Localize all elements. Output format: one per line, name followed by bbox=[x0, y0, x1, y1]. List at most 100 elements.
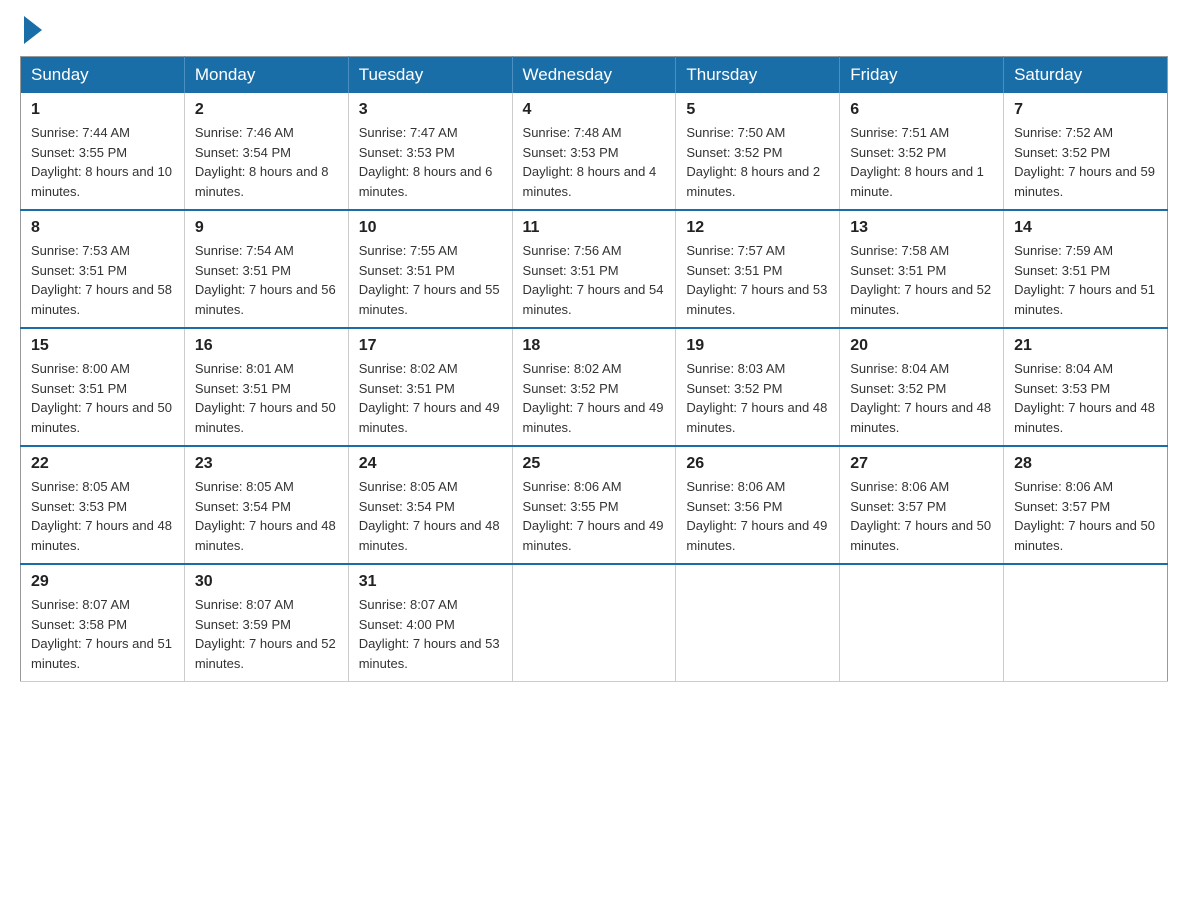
day-number: 23 bbox=[195, 455, 338, 473]
day-number: 11 bbox=[523, 219, 666, 237]
calendar-cell: 20 Sunrise: 8:04 AMSunset: 3:52 PMDayligh… bbox=[840, 328, 1004, 446]
day-number: 8 bbox=[31, 219, 174, 237]
calendar-cell: 18 Sunrise: 8:02 AMSunset: 3:52 PMDayligh… bbox=[512, 328, 676, 446]
day-number: 5 bbox=[686, 101, 829, 119]
calendar-cell: 5 Sunrise: 7:50 AMSunset: 3:52 PMDaylight… bbox=[676, 93, 840, 210]
day-info: Sunrise: 7:59 AMSunset: 3:51 PMDaylight:… bbox=[1014, 241, 1157, 319]
weekday-header-wednesday: Wednesday bbox=[512, 57, 676, 94]
calendar-cell: 9Sunrise: 7:54 AMSunset: 3:51 PMDaylight… bbox=[184, 210, 348, 328]
day-number: 18 bbox=[523, 337, 666, 355]
day-info: Sunrise: 8:07 AMSunset: 3:59 PMDaylight:… bbox=[195, 595, 338, 673]
calendar-cell: 27Sunrise: 8:06 AMSunset: 3:57 PMDayligh… bbox=[840, 446, 1004, 564]
calendar-cell: 13Sunrise: 7:58 AMSunset: 3:51 PMDayligh… bbox=[840, 210, 1004, 328]
day-number: 26 bbox=[686, 455, 829, 473]
calendar-cell: 21 Sunrise: 8:04 AMSunset: 3:53 PMDayligh… bbox=[1004, 328, 1168, 446]
calendar-cell: 28 Sunrise: 8:06 AMSunset: 3:57 PMDayligh… bbox=[1004, 446, 1168, 564]
day-info: Sunrise: 8:05 AMSunset: 3:54 PMDaylight:… bbox=[195, 477, 338, 555]
calendar-cell: 30Sunrise: 8:07 AMSunset: 3:59 PMDayligh… bbox=[184, 564, 348, 682]
calendar-header-row: SundayMondayTuesdayWednesdayThursdayFrid… bbox=[21, 57, 1168, 94]
day-number: 24 bbox=[359, 455, 502, 473]
calendar-cell: 15 Sunrise: 8:00 AMSunset: 3:51 PMDayligh… bbox=[21, 328, 185, 446]
day-number: 14 bbox=[1014, 219, 1157, 237]
calendar-cell: 19 Sunrise: 8:03 AMSunset: 3:52 PMDayligh… bbox=[676, 328, 840, 446]
day-info: Sunrise: 7:51 AMSunset: 3:52 PMDaylight:… bbox=[850, 123, 993, 201]
calendar-cell bbox=[512, 564, 676, 682]
day-number: 10 bbox=[359, 219, 502, 237]
weekday-header-friday: Friday bbox=[840, 57, 1004, 94]
calendar-cell: 31Sunrise: 8:07 AMSunset: 4:00 PMDayligh… bbox=[348, 564, 512, 682]
day-info: Sunrise: 8:04 AMSunset: 3:52 PMDaylight:… bbox=[850, 359, 993, 437]
day-info: Sunrise: 8:04 AMSunset: 3:53 PMDaylight:… bbox=[1014, 359, 1157, 437]
day-info: Sunrise: 7:55 AMSunset: 3:51 PMDaylight:… bbox=[359, 241, 502, 319]
logo-arrow-icon bbox=[24, 16, 42, 44]
day-info: Sunrise: 8:06 AMSunset: 3:55 PMDaylight:… bbox=[523, 477, 666, 555]
calendar-cell: 7Sunrise: 7:52 AMSunset: 3:52 PMDaylight… bbox=[1004, 93, 1168, 210]
day-number: 16 bbox=[195, 337, 338, 355]
day-info: Sunrise: 8:06 AMSunset: 3:57 PMDaylight:… bbox=[1014, 477, 1157, 555]
calendar-cell: 25 Sunrise: 8:06 AMSunset: 3:55 PMDayligh… bbox=[512, 446, 676, 564]
calendar-cell: 8 Sunrise: 7:53 AMSunset: 3:51 PMDaylight… bbox=[21, 210, 185, 328]
day-number: 12 bbox=[686, 219, 829, 237]
day-number: 25 bbox=[523, 455, 666, 473]
day-info: Sunrise: 7:48 AMSunset: 3:53 PMDaylight:… bbox=[523, 123, 666, 201]
calendar-cell: 14 Sunrise: 7:59 AMSunset: 3:51 PMDayligh… bbox=[1004, 210, 1168, 328]
day-info: Sunrise: 7:54 AMSunset: 3:51 PMDaylight:… bbox=[195, 241, 338, 319]
day-info: Sunrise: 7:57 AMSunset: 3:51 PMDaylight:… bbox=[686, 241, 829, 319]
day-info: Sunrise: 8:06 AMSunset: 3:56 PMDaylight:… bbox=[686, 477, 829, 555]
day-info: Sunrise: 8:06 AMSunset: 3:57 PMDaylight:… bbox=[850, 477, 993, 555]
calendar-week-row: 22 Sunrise: 8:05 AMSunset: 3:53 PMDayligh… bbox=[21, 446, 1168, 564]
calendar-cell: 10 Sunrise: 7:55 AMSunset: 3:51 PMDayligh… bbox=[348, 210, 512, 328]
calendar-table: SundayMondayTuesdayWednesdayThursdayFrid… bbox=[20, 56, 1168, 682]
day-number: 6 bbox=[850, 101, 993, 119]
day-info: Sunrise: 8:02 AMSunset: 3:52 PMDaylight:… bbox=[523, 359, 666, 437]
page-header bbox=[20, 20, 1168, 40]
day-number: 29 bbox=[31, 573, 174, 591]
calendar-cell: 2 Sunrise: 7:46 AMSunset: 3:54 PMDaylight… bbox=[184, 93, 348, 210]
day-number: 2 bbox=[195, 101, 338, 119]
calendar-week-row: 15 Sunrise: 8:00 AMSunset: 3:51 PMDayligh… bbox=[21, 328, 1168, 446]
calendar-cell: 29 Sunrise: 8:07 AMSunset: 3:58 PMDayligh… bbox=[21, 564, 185, 682]
calendar-week-row: 29 Sunrise: 8:07 AMSunset: 3:58 PMDayligh… bbox=[21, 564, 1168, 682]
weekday-header-tuesday: Tuesday bbox=[348, 57, 512, 94]
day-number: 22 bbox=[31, 455, 174, 473]
calendar-cell bbox=[1004, 564, 1168, 682]
calendar-cell: 22 Sunrise: 8:05 AMSunset: 3:53 PMDayligh… bbox=[21, 446, 185, 564]
day-number: 21 bbox=[1014, 337, 1157, 355]
day-number: 15 bbox=[31, 337, 174, 355]
calendar-cell: 11 Sunrise: 7:56 AMSunset: 3:51 PMDayligh… bbox=[512, 210, 676, 328]
day-info: Sunrise: 8:00 AMSunset: 3:51 PMDaylight:… bbox=[31, 359, 174, 437]
calendar-cell: 12 Sunrise: 7:57 AMSunset: 3:51 PMDayligh… bbox=[676, 210, 840, 328]
day-number: 3 bbox=[359, 101, 502, 119]
day-number: 28 bbox=[1014, 455, 1157, 473]
calendar-cell: 26 Sunrise: 8:06 AMSunset: 3:56 PMDayligh… bbox=[676, 446, 840, 564]
day-info: Sunrise: 8:05 AMSunset: 3:54 PMDaylight:… bbox=[359, 477, 502, 555]
calendar-cell: 24 Sunrise: 8:05 AMSunset: 3:54 PMDayligh… bbox=[348, 446, 512, 564]
weekday-header-sunday: Sunday bbox=[21, 57, 185, 94]
day-info: Sunrise: 7:53 AMSunset: 3:51 PMDaylight:… bbox=[31, 241, 174, 319]
day-info: Sunrise: 8:05 AMSunset: 3:53 PMDaylight:… bbox=[31, 477, 174, 555]
calendar-cell bbox=[840, 564, 1004, 682]
calendar-cell: 17 Sunrise: 8:02 AMSunset: 3:51 PMDayligh… bbox=[348, 328, 512, 446]
day-info: Sunrise: 7:56 AMSunset: 3:51 PMDaylight:… bbox=[523, 241, 666, 319]
calendar-cell bbox=[676, 564, 840, 682]
day-info: Sunrise: 8:02 AMSunset: 3:51 PMDaylight:… bbox=[359, 359, 502, 437]
weekday-header-thursday: Thursday bbox=[676, 57, 840, 94]
day-info: Sunrise: 7:47 AMSunset: 3:53 PMDaylight:… bbox=[359, 123, 502, 201]
weekday-header-monday: Monday bbox=[184, 57, 348, 94]
day-info: Sunrise: 7:52 AMSunset: 3:52 PMDaylight:… bbox=[1014, 123, 1157, 201]
calendar-cell: 1 Sunrise: 7:44 AMSunset: 3:55 PMDaylight… bbox=[21, 93, 185, 210]
day-number: 20 bbox=[850, 337, 993, 355]
logo bbox=[20, 20, 42, 40]
day-info: Sunrise: 8:01 AMSunset: 3:51 PMDaylight:… bbox=[195, 359, 338, 437]
day-info: Sunrise: 7:50 AMSunset: 3:52 PMDaylight:… bbox=[686, 123, 829, 201]
day-info: Sunrise: 7:46 AMSunset: 3:54 PMDaylight:… bbox=[195, 123, 338, 201]
calendar-cell: 16 Sunrise: 8:01 AMSunset: 3:51 PMDayligh… bbox=[184, 328, 348, 446]
weekday-header-saturday: Saturday bbox=[1004, 57, 1168, 94]
day-number: 19 bbox=[686, 337, 829, 355]
calendar-week-row: 8 Sunrise: 7:53 AMSunset: 3:51 PMDaylight… bbox=[21, 210, 1168, 328]
day-number: 17 bbox=[359, 337, 502, 355]
day-info: Sunrise: 8:07 AMSunset: 3:58 PMDaylight:… bbox=[31, 595, 174, 673]
day-info: Sunrise: 8:03 AMSunset: 3:52 PMDaylight:… bbox=[686, 359, 829, 437]
day-info: Sunrise: 7:44 AMSunset: 3:55 PMDaylight:… bbox=[31, 123, 174, 201]
day-number: 1 bbox=[31, 101, 174, 119]
